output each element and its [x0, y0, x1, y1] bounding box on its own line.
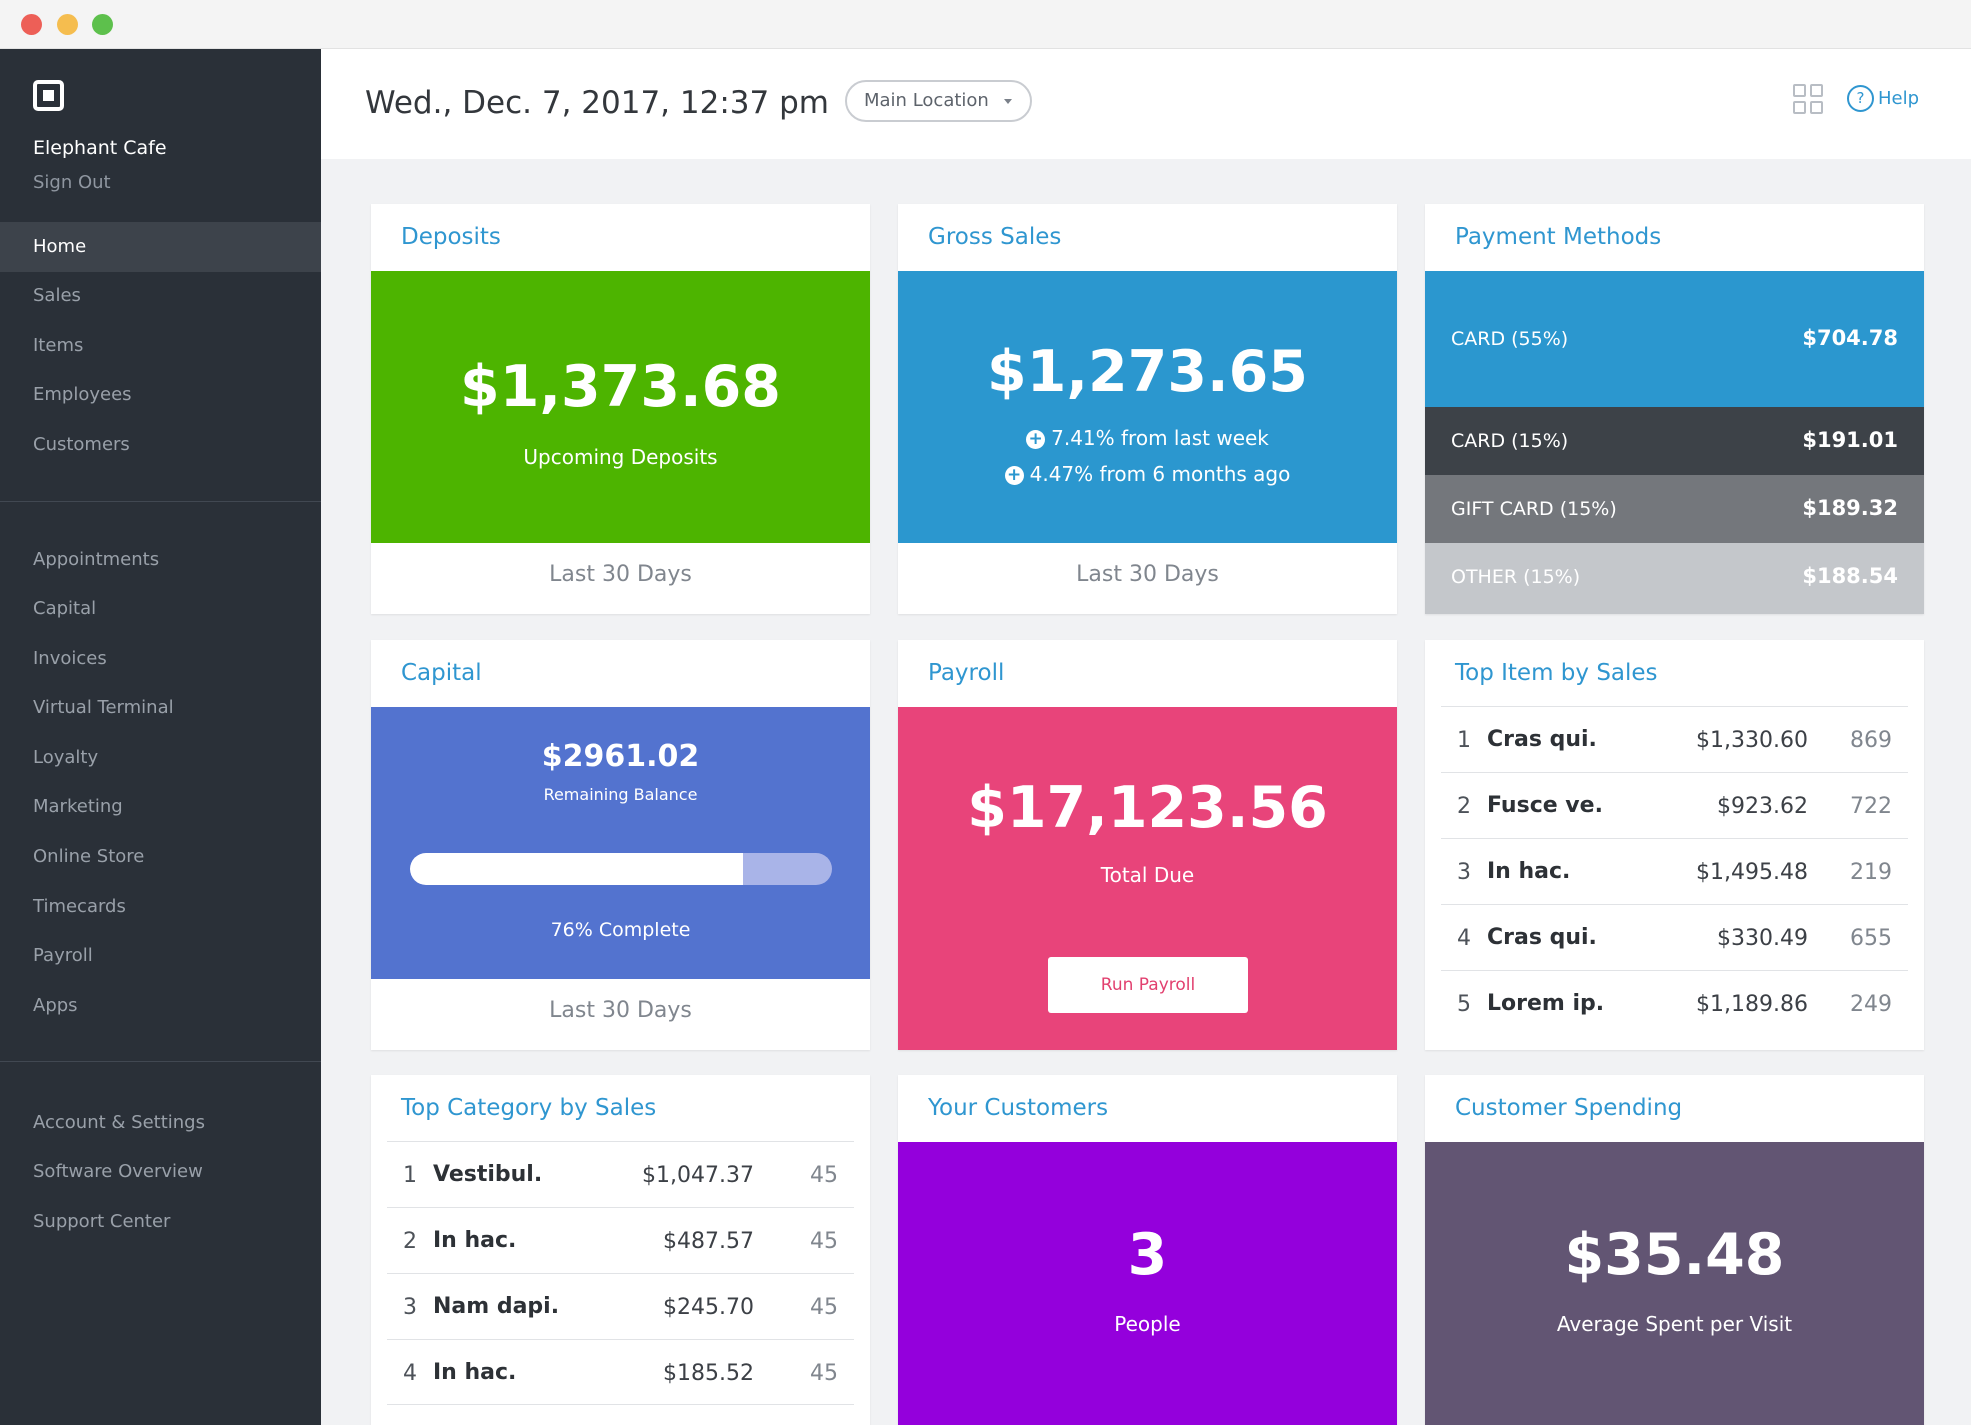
card-title: Payroll: [928, 660, 1005, 686]
sidebar-item-software-overview[interactable]: Software Overview: [0, 1147, 321, 1197]
customers-count: 3: [1127, 1222, 1168, 1288]
capital-balance: $2961.02: [541, 739, 700, 774]
sidebar-item-items[interactable]: Items: [0, 321, 321, 371]
payment-method-row: OTHER (15%) $188.54: [1425, 543, 1924, 614]
capital-period: Last 30 Days: [549, 998, 692, 1023]
payroll-amount: $17,123.56: [967, 775, 1328, 841]
customers-card[interactable]: Your Customers 3 People: [898, 1075, 1397, 1425]
card-title: Your Customers: [928, 1095, 1109, 1121]
capital-panel: $2961.02 Remaining Balance 76% Complete: [371, 707, 870, 979]
window-titlebar: [0, 0, 1971, 49]
sidebar-item-customers[interactable]: Customers: [0, 420, 321, 470]
sidebar-divider: [0, 1061, 321, 1062]
grid-view-icon[interactable]: [1793, 84, 1825, 116]
payment-methods-card[interactable]: Payment Methods CARD (55%) $704.78 CARD …: [1425, 204, 1924, 614]
sidebar-item-appointments[interactable]: Appointments: [0, 535, 321, 585]
capital-progress-label: 76% Complete: [550, 919, 691, 941]
capital-progress-fill: [410, 853, 744, 885]
card-title: Payment Methods: [1455, 224, 1662, 250]
card-title: Deposits: [401, 224, 501, 250]
caret-down-icon: [1004, 99, 1012, 104]
deposits-amount: $1,373.68: [460, 354, 781, 420]
zoom-window-button[interactable]: [92, 14, 113, 35]
customers-panel: 3 People: [898, 1142, 1397, 1425]
gross-sales-change-week: +7.41% from last week: [898, 426, 1397, 450]
payroll-card[interactable]: Payroll $17,123.56 Total Due Run Payroll: [898, 640, 1397, 1050]
card-title: Gross Sales: [928, 224, 1062, 250]
sidebar-divider: [0, 501, 321, 502]
spending-label: Average Spent per Visit: [1556, 1312, 1793, 1336]
table-row[interactable]: 3 Nam dapi. $245.70 45: [387, 1273, 854, 1339]
help-link[interactable]: ? Help: [1847, 85, 1919, 115]
sign-out-link[interactable]: Sign Out: [33, 172, 111, 193]
sidebar-item-virtual-terminal[interactable]: Virtual Terminal: [0, 683, 321, 733]
customers-label: People: [1114, 1312, 1181, 1336]
capital-progress-bar: [410, 853, 832, 885]
square-logo-icon[interactable]: [33, 80, 64, 111]
sidebar-item-invoices[interactable]: Invoices: [0, 634, 321, 684]
payroll-subtitle: Total Due: [1100, 863, 1195, 887]
spending-panel: $35.48 Average Spent per Visit: [1425, 1142, 1924, 1425]
card-title: Capital: [401, 660, 482, 686]
run-payroll-button[interactable]: Run Payroll: [1048, 957, 1248, 1013]
business-name: Elephant Cafe: [33, 137, 167, 159]
table-row[interactable]: 4 In hac. $185.52 45: [387, 1339, 854, 1405]
deposits-subtitle: Upcoming Deposits: [523, 445, 718, 469]
deposits-period: Last 30 Days: [549, 562, 692, 587]
sidebar-item-loyalty[interactable]: Loyalty: [0, 733, 321, 783]
table-row[interactable]: 4 Cras qui. $330.49 655: [1441, 904, 1908, 970]
close-window-button[interactable]: [21, 14, 42, 35]
gross-sales-amount: $1,273.65: [987, 339, 1308, 405]
plus-circle-icon: +: [1004, 466, 1024, 485]
sidebar-item-timecards[interactable]: Timecards: [0, 882, 321, 932]
top-bar: Wed., Dec. 7, 2017, 12:37 pm Main Locati…: [321, 49, 1971, 159]
current-datetime: Wed., Dec. 7, 2017, 12:37 pm: [365, 85, 829, 121]
minimize-window-button[interactable]: [57, 14, 78, 35]
spending-card[interactable]: Customer Spending $35.48 Average Spent p…: [1425, 1075, 1924, 1425]
location-label: Main Location: [864, 90, 989, 111]
table-row[interactable]: 3 In hac. $1,495.48 219: [1441, 838, 1908, 904]
table-row[interactable]: 1 Vestibul. $1,047.37 45: [387, 1141, 854, 1207]
plus-circle-icon: +: [1026, 430, 1046, 449]
sidebar: Elephant Cafe Sign Out Home Sales Items …: [0, 49, 321, 1425]
sidebar-item-sales[interactable]: Sales: [0, 271, 321, 321]
payment-method-row: CARD (15%) $191.01: [1425, 407, 1924, 475]
top-items-card[interactable]: Top Item by Sales 1 Cras qui. $1,330.60 869…: [1425, 640, 1924, 1050]
gross-sales-change-6mo: +4.47% from 6 months ago: [898, 462, 1397, 486]
sidebar-item-employees[interactable]: Employees: [0, 370, 321, 420]
deposits-panel: $1,373.68 Upcoming Deposits: [371, 271, 870, 543]
sidebar-item-apps[interactable]: Apps: [0, 981, 321, 1031]
deposits-card[interactable]: Deposits $1,373.68 Upcoming Deposits Las…: [371, 204, 870, 614]
sidebar-item-capital[interactable]: Capital: [0, 584, 321, 634]
sidebar-item-online-store[interactable]: Online Store: [0, 832, 321, 882]
help-label: Help: [1878, 88, 1920, 109]
sidebar-item-support-center[interactable]: Support Center: [0, 1197, 321, 1247]
gross-sales-panel: $1,273.65 +7.41% from last week +4.47% f…: [898, 271, 1397, 543]
table-row[interactable]: 1 Cras qui. $1,330.60 869: [1441, 706, 1908, 772]
sidebar-item-account-settings[interactable]: Account & Settings: [0, 1098, 321, 1148]
card-title: Top Category by Sales: [401, 1095, 657, 1121]
capital-balance-label: Remaining Balance: [543, 785, 698, 804]
table-row[interactable]: 2 In hac. $487.57 45: [387, 1207, 854, 1273]
capital-card[interactable]: Capital $2961.02 Remaining Balance 76% C…: [371, 640, 870, 1050]
help-circle-icon: ?: [1847, 85, 1874, 112]
sidebar-item-home[interactable]: Home: [0, 222, 321, 272]
payroll-panel: $17,123.56 Total Due Run Payroll: [898, 707, 1397, 1050]
payment-method-row: CARD (55%) $704.78: [1425, 271, 1924, 407]
spending-amount: $35.48: [1564, 1222, 1785, 1288]
table-row[interactable]: 5 Lorem ip. $1,189.86 249: [1441, 970, 1908, 1036]
sidebar-item-payroll[interactable]: Payroll: [0, 931, 321, 981]
top-categories-card[interactable]: Top Category by Sales 1 Vestibul. $1,047.3…: [371, 1075, 870, 1425]
gross-sales-period: Last 30 Days: [1076, 562, 1219, 587]
sidebar-item-marketing[interactable]: Marketing: [0, 782, 321, 832]
card-title: Customer Spending: [1455, 1095, 1683, 1121]
table-row[interactable]: 2 Fusce ve. $923.62 722: [1441, 772, 1908, 838]
gross-sales-card[interactable]: Gross Sales $1,273.65 +7.41% from last w…: [898, 204, 1397, 614]
card-title: Top Item by Sales: [1455, 660, 1658, 686]
payment-method-row: GIFT CARD (15%) $189.32: [1425, 475, 1924, 543]
location-dropdown[interactable]: Main Location: [845, 80, 1032, 122]
